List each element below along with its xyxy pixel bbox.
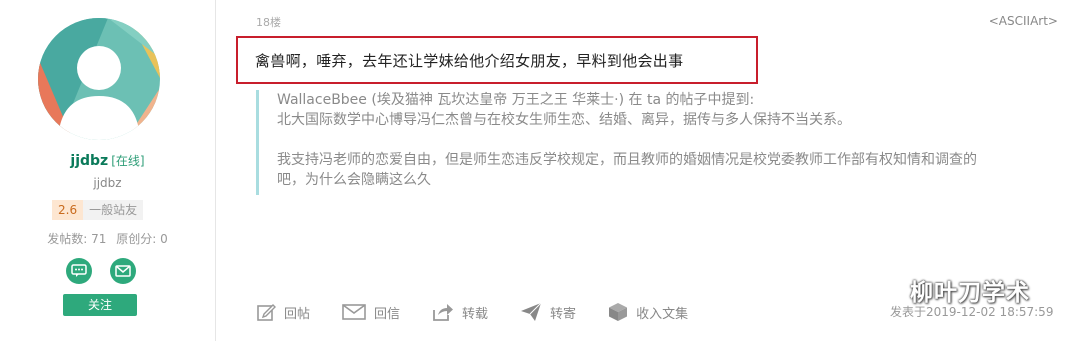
envelope-icon — [342, 304, 366, 320]
post-content: 禽兽啊，唾弃，去年还让学妹给他介绍女朋友，早料到他会出事 — [255, 52, 684, 70]
paper-plane-icon — [521, 302, 542, 321]
level-rank: 一般站友 — [83, 200, 144, 220]
level-score: 2.6 — [52, 200, 84, 220]
follow-button[interactable]: 关注 — [63, 294, 137, 316]
username-row: jjdbz [在线] — [0, 152, 215, 169]
mail-button[interactable] — [110, 258, 136, 284]
watermark: 柳叶刀学术 — [862, 273, 1030, 307]
send-label: 转寄 — [550, 306, 577, 322]
user-stats: 发帖数: 71 原创分: 0 — [0, 230, 215, 247]
quote-header: WallaceBbee (埃及猫神 瓦坎达皇帝 万王之王 华莱士·) 在 ta … — [277, 92, 755, 108]
post-toolbar: 回帖 回信 转载 转寄 收入文集 — [256, 302, 720, 322]
collect-button[interactable]: 收入文集 — [608, 302, 688, 322]
box-icon — [609, 303, 628, 321]
share-icon — [433, 304, 454, 321]
quote-block: WallaceBbee (埃及猫神 瓦坎达皇帝 万王之王 华莱士·) 在 ta … — [256, 90, 1077, 195]
quote-reply-line-1: 我支持冯老师的恋爱自由，但是师生恋违反学校规定，而且教师的婚姻情况是校党委教师工… — [277, 152, 977, 168]
username[interactable]: jjdbz — [70, 153, 108, 169]
reply-mail-button[interactable]: 回信 — [342, 303, 400, 322]
quote-body: 北大国际数学中心博导冯仁杰曾与在校女生师生恋、结婚、离异，据传与多人保持不当关系… — [277, 112, 851, 128]
floor-number: 18楼 — [256, 16, 281, 29]
watermark-text: 柳叶刀学术 — [910, 280, 1030, 306]
edit-icon — [257, 304, 276, 321]
user-actions — [66, 258, 136, 284]
forward-button[interactable]: 转载 — [432, 302, 488, 322]
forward-label: 转载 — [462, 306, 489, 322]
message-button[interactable] — [66, 258, 92, 284]
user-panel: jjdbz [在线] jjdbz 2.6 一般站友 发帖数: 71 原创分: 0 … — [0, 0, 216, 341]
post-count: 发帖数: 71 — [47, 232, 107, 246]
reply-post-label: 回帖 — [284, 306, 311, 322]
reply-mail-label: 回信 — [374, 306, 401, 322]
send-button[interactable]: 转寄 — [520, 302, 576, 322]
level-badge: 2.6 一般站友 — [52, 200, 144, 220]
chat-icon — [71, 264, 87, 277]
sub-name: jjdbz — [93, 176, 122, 190]
original-score: 原创分: 0 — [116, 232, 168, 246]
avatar[interactable] — [38, 18, 160, 140]
reply-post-button[interactable]: 回帖 — [256, 302, 310, 322]
collect-label: 收入文集 — [636, 306, 689, 322]
mail-icon — [115, 265, 131, 277]
ascii-art-link[interactable]: <ASCIIArt> — [989, 14, 1058, 28]
online-status: [在线] — [111, 154, 145, 168]
wechat-icon — [862, 274, 903, 305]
quote-reply-line-2: 吧，为什么会隐瞒这么久 — [277, 172, 431, 188]
